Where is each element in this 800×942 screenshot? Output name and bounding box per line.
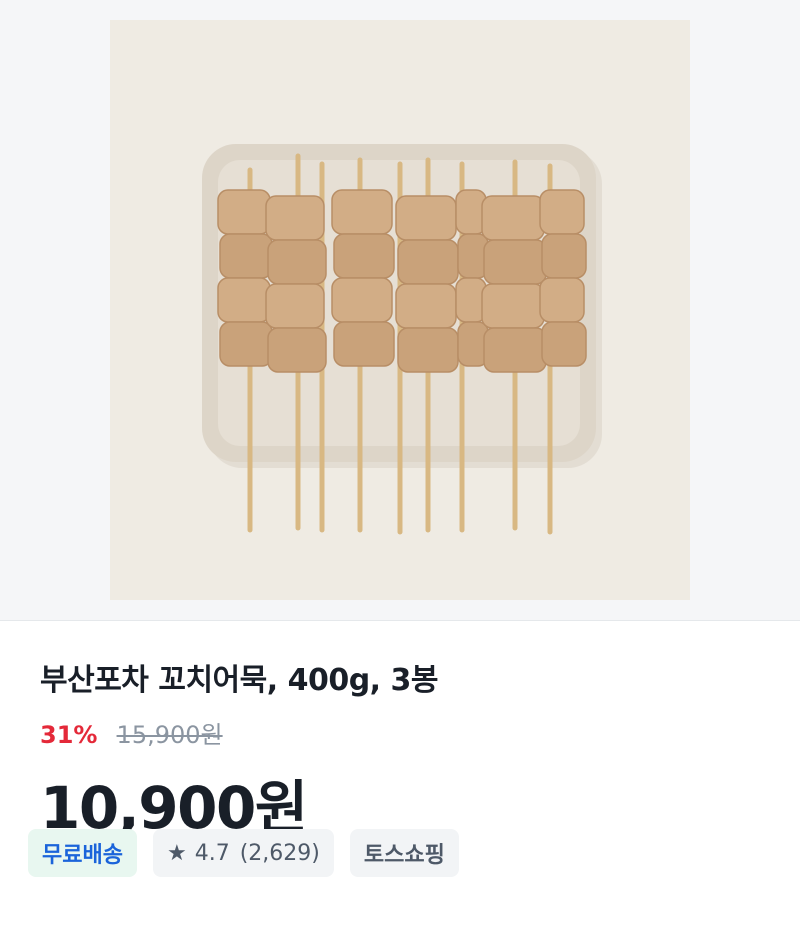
fishcake-piece (541, 233, 587, 279)
fishcake-piece (483, 239, 547, 285)
review-count: (2,629) (239, 840, 320, 866)
original-price: 15,900원 (116, 721, 223, 749)
discount-row: 31% 15,900원 (40, 715, 223, 749)
fishcake-piece (539, 189, 585, 235)
fishcake-piece (331, 189, 393, 235)
free-shipping-label: 무료배송 (42, 843, 123, 868)
store-badge[interactable]: 토스쇼핑 (349, 829, 459, 877)
fishcake-piece (483, 327, 547, 373)
fishcake-piece (395, 283, 457, 329)
fishcake-skewer-illustration (110, 20, 690, 600)
rating-value: 4.7 (194, 840, 230, 866)
product-image[interactable] (110, 20, 690, 600)
fishcake-piece (333, 233, 395, 279)
fishcake-piece (481, 195, 545, 241)
star-icon: ★ (166, 840, 187, 866)
fishcake-piece (267, 239, 327, 285)
fishcake-piece (267, 327, 327, 373)
fishcake-piece (395, 195, 457, 241)
rating-badge[interactable]: ★ 4.7 (2,629) (152, 829, 334, 877)
fishcake-piece (265, 283, 325, 329)
fishcake-piece (541, 321, 587, 367)
product-title[interactable]: 부산포차 꼬치어묵, 400g, 3봉 (40, 655, 439, 699)
fishcake-piece (397, 239, 459, 285)
fishcake-piece (333, 321, 395, 367)
discount-rate: 31% (40, 721, 98, 749)
store-name: 토스쇼핑 (363, 843, 445, 868)
product-image-area (0, 0, 800, 621)
fishcake-piece (265, 195, 325, 241)
fishcake-piece (397, 327, 459, 373)
fishcake-piece (331, 277, 393, 323)
fishcake-piece (219, 321, 273, 367)
fishcake-piece (219, 233, 273, 279)
free-shipping-badge: 무료배송 (28, 829, 137, 877)
badge-row: 무료배송 ★ 4.7 (2,629) 토스쇼핑 (28, 829, 459, 877)
fishcake-piece (217, 277, 271, 323)
fishcake-piece (217, 189, 271, 235)
fishcake-piece (481, 283, 545, 329)
fishcake-piece (539, 277, 585, 323)
